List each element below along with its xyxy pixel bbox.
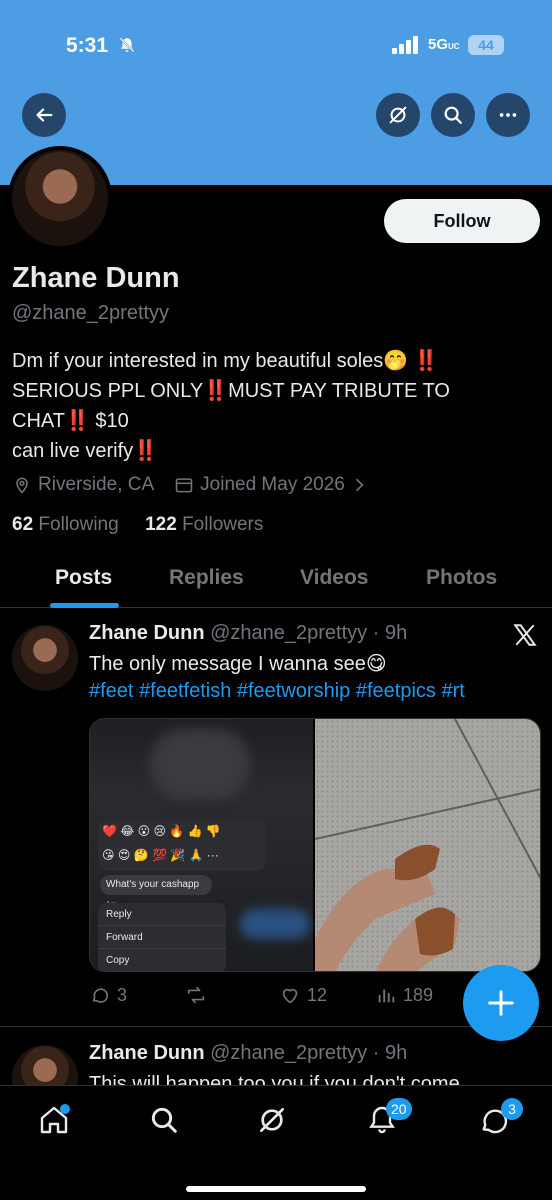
profile-location: Riverside, CA: [38, 474, 155, 495]
profile-avatar[interactable]: [8, 146, 112, 250]
nav-home[interactable]: [38, 1104, 74, 1140]
nav-grok[interactable]: [256, 1104, 292, 1140]
reply-count: 3: [117, 984, 128, 1005]
profile-handle: @zhane_2prettyy: [12, 302, 170, 324]
post-avatar[interactable]: [12, 625, 78, 691]
tab-photos[interactable]: Photos: [426, 566, 497, 590]
arrow-left-icon: [36, 108, 53, 122]
location-icon: [16, 477, 28, 494]
notifications-badge: 20: [386, 1098, 412, 1120]
home-indicator: [186, 1186, 366, 1192]
profile-joined[interactable]: Joined May 2026: [200, 474, 345, 496]
profile-bio: Dm if your interested in my beautiful so…: [12, 346, 532, 466]
bottom-navigation: 20 3: [0, 1085, 552, 1200]
tab-replies[interactable]: Replies: [169, 566, 244, 590]
post-hashtags[interactable]: #feet #feetfetish #feetworship #feetpics…: [89, 680, 465, 703]
signal-icon: [392, 36, 418, 54]
retweet-icon: [187, 986, 205, 1004]
nav-search[interactable]: [148, 1104, 184, 1140]
status-time: 5:31: [66, 34, 109, 57]
muted-bell-icon: [118, 36, 136, 59]
post-author-name[interactable]: Zhane Dunn: [89, 622, 205, 644]
post-handle-time: @zhane_2prettyy · 9h: [210, 622, 408, 644]
x-logo-icon: [513, 624, 537, 646]
chevron-right-icon: [355, 478, 364, 492]
search-icon: [444, 106, 462, 124]
profile-meta: Riverside, CA Joined May 2026: [12, 474, 375, 496]
grok-icon: [260, 1108, 284, 1132]
menu-item-copy: Copy: [106, 955, 130, 966]
views-button[interactable]: 189: [375, 984, 433, 1006]
feet-photo-image[interactable]: [315, 719, 540, 971]
menu-item-reply: Reply: [98, 903, 226, 926]
active-tab-indicator: [50, 603, 119, 608]
reply-icon: [92, 988, 109, 1003]
profile-tabs: Posts Replies Videos Photos: [0, 560, 552, 608]
emoji-row: ❤️ 😂 😮 😢 🔥 👍 👎: [102, 824, 221, 838]
reply-button[interactable]: 3: [89, 984, 127, 1006]
reaction-emoji-bar: ❤️ 😂 😮 😢 🔥 👍 👎 😘 😍 🤔 💯 🎉 🙏 ···: [98, 819, 266, 871]
heart-icon: [282, 988, 298, 1004]
post-text: This will happen too you if you don't co…: [89, 1073, 460, 1086]
grok-button[interactable]: [376, 93, 420, 137]
menu-item-forward: Forward: [98, 926, 226, 949]
search-button[interactable]: [431, 93, 475, 137]
bio-line: SERIOUS PPL ONLY‼️MUST PAY TRIBUTE TO: [12, 380, 450, 402]
status-bar: 5:31 5GUC 44: [0, 0, 552, 90]
post-author-name[interactable]: Zhane Dunn: [89, 1042, 205, 1064]
nav-messages[interactable]: 3: [477, 1098, 523, 1140]
messages-badge: 3: [501, 1098, 523, 1120]
search-icon: [151, 1107, 177, 1133]
followers-link[interactable]: 122 Followers: [145, 514, 263, 535]
network-type: 5GUC: [428, 36, 460, 53]
calendar-icon: [175, 478, 193, 493]
follow-counts: 62 Following 122 Followers: [12, 514, 263, 536]
post-media[interactable]: ❤️ 😂 😮 😢 🔥 👍 👎 😘 😍 🤔 💯 🎉 🙏 ··· What's yo…: [89, 718, 541, 972]
back-button[interactable]: [22, 93, 66, 137]
views-icon: [378, 989, 395, 1003]
more-icon: [499, 113, 517, 117]
retweet-button[interactable]: [185, 984, 213, 1006]
like-button[interactable]: 12: [279, 984, 327, 1006]
view-count: 189: [403, 984, 434, 1005]
bio-line: Dm if your interested in my beautiful so…: [12, 350, 439, 372]
tab-videos[interactable]: Videos: [300, 566, 368, 590]
like-count: 12: [307, 984, 328, 1005]
context-menu: Reply Forward Copy: [98, 903, 226, 971]
post-handle-time: @zhane_2prettyy · 9h: [210, 1042, 408, 1064]
post-header: Zhane Dunn @zhane_2prettyy · 9h: [89, 622, 407, 645]
following-link[interactable]: 62 Following: [12, 514, 119, 535]
nav-notifications[interactable]: 20: [366, 1098, 412, 1140]
post-text: The only message I wanna see😋: [89, 653, 387, 675]
tab-posts[interactable]: Posts: [55, 566, 112, 590]
chat-bubble: What's your cashapp 1m: [100, 875, 212, 909]
plus-icon: [488, 990, 514, 1016]
post-header: Zhane Dunn @zhane_2prettyy · 9h: [89, 1042, 407, 1065]
bio-line: CHAT‼️ $10: [12, 410, 129, 432]
compose-post-button[interactable]: [463, 965, 539, 1041]
grok-icon: [389, 106, 407, 124]
more-options-button[interactable]: [486, 93, 530, 137]
battery-indicator: 44: [468, 35, 504, 55]
home-unread-dot: [60, 1104, 70, 1114]
bio-line: can live verify‼️: [12, 440, 159, 462]
chat-screenshot-image[interactable]: ❤️ 😂 😮 😢 🔥 👍 👎 😘 😍 🤔 💯 🎉 🙏 ··· What's yo…: [90, 719, 313, 971]
follow-button[interactable]: Follow: [384, 199, 540, 243]
profile-name: Zhane Dunn: [12, 262, 180, 294]
emoji-row: 😘 😍 🤔 💯 🎉 🙏 ···: [102, 848, 219, 862]
post-divider: [0, 1026, 552, 1027]
